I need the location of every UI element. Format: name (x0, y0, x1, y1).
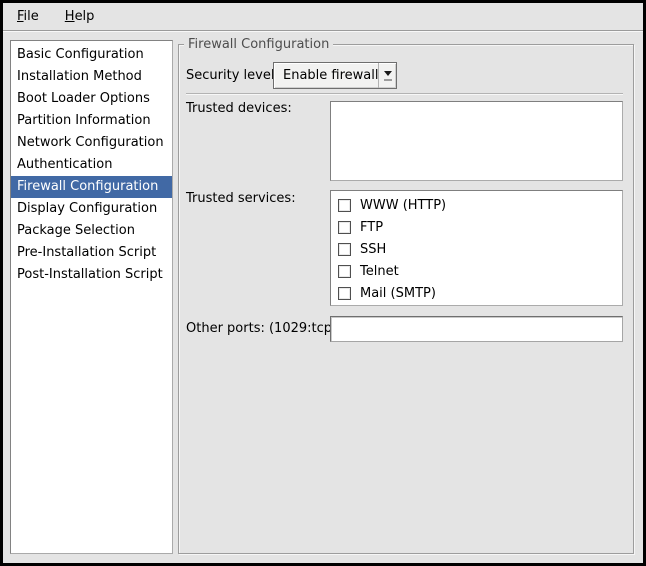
checkbox-ssh[interactable] (338, 243, 351, 256)
dropdown-dash-icon (384, 79, 392, 81)
menu-file[interactable]: File (14, 7, 42, 26)
service-row-mail-smtp[interactable]: Mail (SMTP) (331, 282, 622, 304)
menu-help[interactable]: Help (62, 7, 98, 26)
sidebar-item-authentication[interactable]: Authentication (11, 154, 172, 176)
section-separator (186, 93, 623, 94)
service-row-www-http[interactable]: WWW (HTTP) (331, 194, 622, 216)
sidebar-item-network-configuration[interactable]: Network Configuration (11, 132, 172, 154)
dropdown-arrow-button[interactable] (378, 63, 396, 88)
service-row-telnet[interactable]: Telnet (331, 260, 622, 282)
sidebar-item-pre-installation-script[interactable]: Pre-Installation Script (11, 242, 172, 264)
security-level-dropdown[interactable]: Enable firewall (273, 62, 397, 89)
security-level-selected-value: Enable firewall (274, 63, 378, 88)
service-row-ftp[interactable]: FTP (331, 216, 622, 238)
other-ports-label: Other ports: (1029:tcp) (186, 316, 337, 342)
chevron-down-icon (384, 71, 392, 76)
trusted-services-list: WWW (HTTP) FTP SSH Telnet Mail (SMTP) (330, 190, 623, 306)
sidebar-item-package-selection[interactable]: Package Selection (11, 220, 172, 242)
trusted-devices-label: Trusted devices: (186, 99, 292, 119)
service-label: Mail (SMTP) (360, 286, 436, 301)
menu-bar: File Help (3, 3, 643, 31)
service-label: SSH (360, 242, 386, 257)
trusted-devices-list[interactable] (330, 101, 623, 181)
service-row-ssh[interactable]: SSH (331, 238, 622, 260)
service-label: WWW (HTTP) (360, 198, 446, 213)
sidebar-item-partition-information[interactable]: Partition Information (11, 110, 172, 132)
service-label: FTP (360, 220, 383, 235)
other-ports-input[interactable] (330, 316, 623, 342)
sidebar-item-basic-configuration[interactable]: Basic Configuration (11, 44, 172, 66)
sidebar-item-firewall-configuration[interactable]: Firewall Configuration (11, 176, 172, 198)
trusted-services-label: Trusted services: (186, 189, 296, 209)
sidebar-item-installation-method[interactable]: Installation Method (11, 66, 172, 88)
service-label: Telnet (360, 264, 399, 279)
checkbox-mail-smtp[interactable] (338, 287, 351, 300)
sidebar-item-boot-loader-options[interactable]: Boot Loader Options (11, 88, 172, 110)
frame-title: Firewall Configuration (184, 37, 333, 53)
sidebar-item-post-installation-script[interactable]: Post-Installation Script (11, 264, 172, 286)
sidebar-item-display-configuration[interactable]: Display Configuration (11, 198, 172, 220)
checkbox-www-http[interactable] (338, 199, 351, 212)
kickstart-configurator-window: File Help Basic Configuration Installati… (0, 0, 646, 566)
configuration-section-list: Basic Configuration Installation Method … (10, 40, 173, 554)
security-level-label: Security level: (186, 64, 279, 88)
checkbox-telnet[interactable] (338, 265, 351, 278)
checkbox-ftp[interactable] (338, 221, 351, 234)
